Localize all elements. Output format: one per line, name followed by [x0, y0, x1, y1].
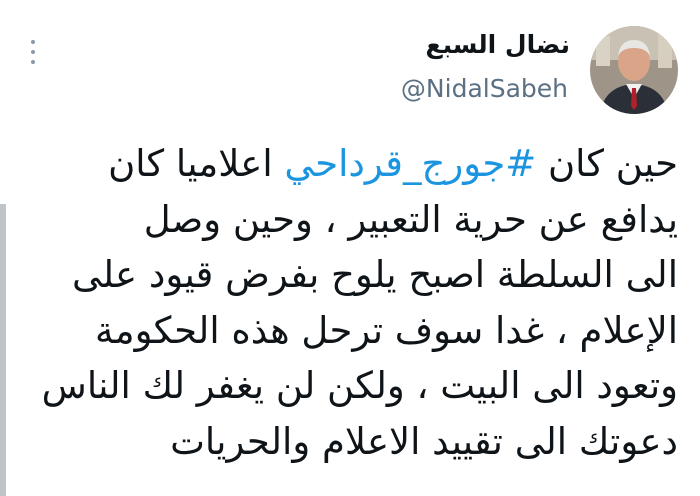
tweet-line: دعوتك الى تقييد الاعلام والحريات: [170, 419, 678, 463]
tweet-line: الى السلطة اصبح يلوح بفرض قيود على: [71, 253, 678, 296]
tweet-text-segment: حين كان: [536, 142, 678, 185]
hashtag-link[interactable]: #جورج_قرداحي: [284, 142, 536, 185]
dot: [31, 40, 35, 44]
avatar[interactable]: [590, 26, 678, 114]
author-display-name[interactable]: نضال السبع: [426, 30, 570, 59]
dot: [31, 50, 35, 54]
tweet-line: الإعلام ، غدا سوف ترحل هذه الحكومة: [94, 308, 678, 352]
tweet-text: حين كان #جورج_قرداحي اعلاميا كان يدافع ع…: [38, 136, 678, 469]
person-photo-icon: [590, 26, 678, 114]
tweet-line: يدافع عن حرية التعبير ، وحين وصل: [143, 197, 678, 241]
tweet-line: وتعود الى البيت ، ولكن لن يغفر لك الناس: [41, 364, 678, 407]
author-handle[interactable]: @NidalSabeh: [401, 74, 568, 103]
tweet-text-segment: اعلاميا كان: [108, 142, 285, 185]
tweet-line: حين كان #جورج_قرداحي اعلاميا كان: [38, 136, 678, 192]
left-scroll-edge: [0, 204, 6, 496]
more-options-icon[interactable]: [26, 38, 40, 66]
dot: [31, 60, 35, 64]
